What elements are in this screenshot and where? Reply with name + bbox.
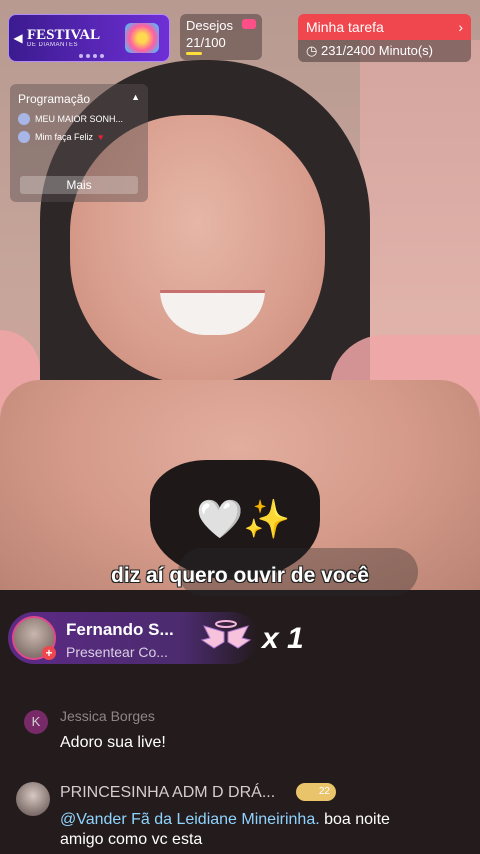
gift-notification[interactable]: + Fernando S... Presentear Co... bbox=[8, 612, 258, 664]
task-header: Minha tarefa › bbox=[298, 14, 471, 40]
festival-banner[interactable]: ◀ FESTIVAL DE DIAMANTES bbox=[8, 14, 170, 62]
chat-text: Adoro sua live! bbox=[60, 734, 166, 751]
wishes-progress-bar bbox=[186, 52, 202, 55]
schedule-item-avatar bbox=[18, 113, 30, 125]
sparkles-icon: ✨ bbox=[243, 499, 291, 541]
festival-title: FESTIVAL bbox=[27, 27, 101, 43]
festival-text: FESTIVAL DE DIAMANTES bbox=[27, 27, 101, 49]
clock-icon: ◷ bbox=[306, 43, 318, 58]
schedule-item[interactable]: Mim faça Feliz ♥ bbox=[10, 128, 148, 146]
gifter-name: Fernando S... bbox=[66, 620, 174, 639]
schedule-title: Programação bbox=[18, 92, 91, 106]
schedule-item-label: Mim faça Feliz bbox=[35, 132, 94, 142]
triangle-left-icon: ◀ bbox=[13, 31, 23, 45]
gift-count: x 1 bbox=[262, 622, 304, 655]
video-caption: diz aí quero ouvir de você bbox=[111, 564, 369, 587]
gift-box-icon bbox=[125, 23, 159, 53]
follow-plus-icon[interactable]: + bbox=[42, 646, 56, 660]
task-widget[interactable]: Minha tarefa › ◷ 231/2400 Minuto(s) bbox=[298, 14, 471, 62]
festival-subtitle: DE DIAMANTES bbox=[27, 42, 79, 48]
angel-wings-gift-icon bbox=[200, 620, 252, 649]
wishes-gift-icon bbox=[242, 19, 256, 29]
schedule-header[interactable]: Programação ▲ bbox=[10, 84, 148, 110]
wishes-widget[interactable]: Desejos 21/100 bbox=[180, 14, 262, 60]
chat-avatar[interactable] bbox=[16, 782, 50, 816]
task-title: Minha tarefa bbox=[306, 19, 384, 35]
more-button[interactable]: Mais bbox=[20, 176, 138, 194]
task-progress: 231/2400 Minuto(s) bbox=[320, 43, 433, 58]
emoji-overlay: 🤍✨ bbox=[196, 498, 291, 542]
user-level-badge: 22 bbox=[296, 783, 336, 801]
heart-icon: ♥ bbox=[98, 132, 104, 142]
task-progress-row: ◷ 231/2400 Minuto(s) bbox=[298, 40, 471, 62]
schedule-item-label: MEU MAIOR SONH... bbox=[35, 114, 124, 124]
schedule-item[interactable]: MEU MAIOR SONH... bbox=[10, 110, 148, 128]
banner-pager-dots bbox=[79, 54, 104, 58]
white-heart-icon: 🤍 bbox=[196, 499, 244, 541]
chat-username[interactable]: PRINCESINHA ADM D DRÁ... bbox=[60, 784, 275, 802]
gift-action: Presentear Co... bbox=[66, 644, 168, 660]
collapse-arrow-icon: ▲ bbox=[131, 92, 140, 102]
chat-avatar[interactable]: K bbox=[24, 710, 48, 734]
chat-text: @Vander Fã da Leidiane Mineirinha. boa n… bbox=[60, 810, 400, 850]
chat-mention[interactable]: @Vander Fã da Leidiane Mineirinha. bbox=[60, 811, 320, 828]
chevron-right-icon: › bbox=[458, 19, 463, 35]
schedule-panel: Programação ▲ MEU MAIOR SONH... Mim faça… bbox=[10, 84, 148, 202]
chat-username[interactable]: Jessica Borges bbox=[60, 708, 155, 724]
wishes-value: 21/100 bbox=[186, 35, 226, 50]
schedule-item-avatar bbox=[18, 131, 30, 143]
